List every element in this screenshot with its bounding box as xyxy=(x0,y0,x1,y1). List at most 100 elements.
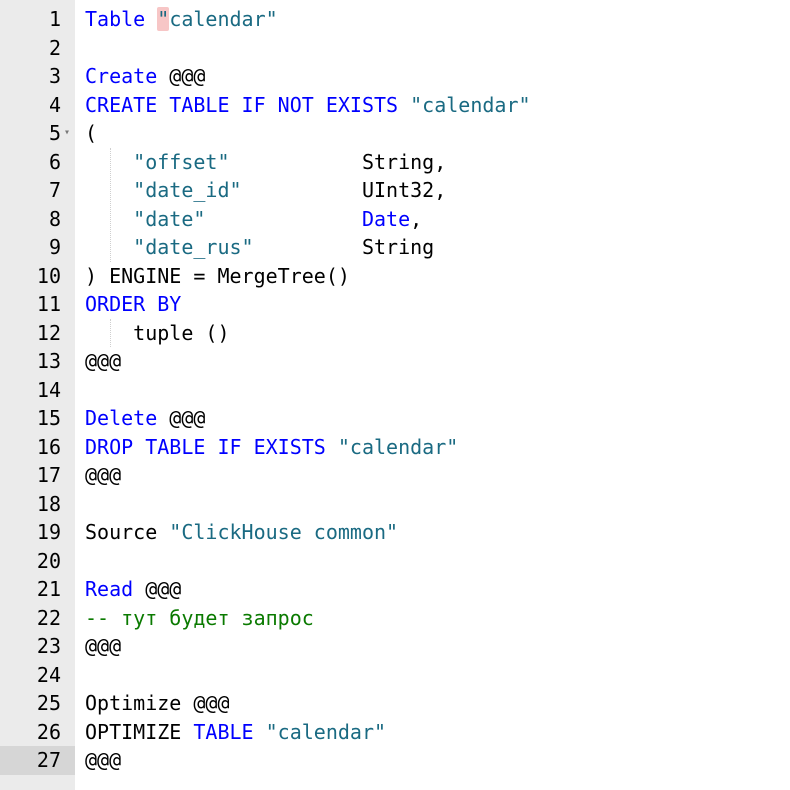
code-line[interactable]: 5 ▾( xyxy=(0,119,790,148)
code-line[interactable]: 9 "date_rus" String xyxy=(0,233,790,262)
line-number: 18 xyxy=(36,491,61,516)
code-line[interactable]: 26 OPTIMIZE TABLE "calendar" xyxy=(0,718,790,747)
code-line[interactable]: 1 Table "calendar" xyxy=(0,5,790,34)
code-token: "date" xyxy=(133,206,206,231)
code-token: Delete xyxy=(85,406,158,430)
code-line[interactable]: 24 xyxy=(0,661,790,690)
line-text[interactable]: Delete @@@ xyxy=(85,404,790,433)
code-line[interactable]: 15 Delete @@@ xyxy=(0,404,790,433)
code-line[interactable]: 7 "date_id" UInt32, xyxy=(0,176,790,205)
line-text[interactable]: OPTIMIZE TABLE "calendar" xyxy=(85,718,790,747)
code-line[interactable]: 17 @@@ xyxy=(0,461,790,490)
code-token: @@@ xyxy=(157,64,206,88)
line-text[interactable]: @@@ xyxy=(85,632,790,661)
line-text[interactable]: ) ENGINE = MergeTree() xyxy=(85,262,790,291)
code-token: @@@ xyxy=(85,634,122,658)
code-token: , xyxy=(410,206,423,231)
code-token: "calendar" xyxy=(265,719,387,744)
code-line[interactable]: 20 xyxy=(0,547,790,576)
code-token: @@@ xyxy=(157,406,206,430)
line-number: 16 xyxy=(36,434,61,459)
code-line[interactable]: 22 -- тут будет запрос xyxy=(0,604,790,633)
code-token: @@@ xyxy=(85,748,122,772)
code-line[interactable]: 27 @@@ xyxy=(0,746,790,775)
code-line[interactable]: 2 xyxy=(0,34,790,63)
code-line[interactable]: 23 @@@ xyxy=(0,632,790,661)
line-text[interactable]: tuple () xyxy=(85,319,790,348)
code-line[interactable]: 10) ENGINE = MergeTree() xyxy=(0,262,790,291)
code-token: -- тут будет запрос xyxy=(85,605,314,630)
code-lines[interactable]: 1 Table "calendar" 2 3 Create @@@ 4 CREATE TAB… xyxy=(0,5,790,775)
code-token: "calendar" xyxy=(410,92,531,117)
line-text[interactable]: Read @@@ xyxy=(85,575,790,604)
fold-arrow-icon[interactable]: ▾ xyxy=(64,119,74,148)
line-number: 19 xyxy=(36,520,61,544)
line-text[interactable]: "date_id" UInt32, xyxy=(85,176,790,205)
line-number: 2 xyxy=(48,35,61,60)
line-text[interactable]: Create @@@ xyxy=(85,62,790,91)
code-token: @@@ xyxy=(133,577,182,601)
line-number: 17 xyxy=(36,463,61,487)
line-number: 26 xyxy=(36,719,61,744)
code-line[interactable]: 19 Source "ClickHouse common" xyxy=(0,518,790,547)
code-token: DROP TABLE IF EXISTS xyxy=(85,434,326,459)
code-token: "calendar" xyxy=(337,434,459,459)
line-text[interactable]: Table "calendar" xyxy=(85,5,790,34)
line-text[interactable]: CREATE TABLE IF NOT EXISTS "calendar" xyxy=(85,91,790,120)
code-token: "date_rus" xyxy=(133,235,254,259)
code-token: Date xyxy=(361,206,411,231)
code-token: Optimize @@@ xyxy=(85,691,230,715)
line-text[interactable]: @@@ xyxy=(85,461,790,490)
code-line[interactable]: 25 Optimize @@@ xyxy=(0,689,790,718)
code-line[interactable]: 6 "offset" String, xyxy=(0,148,790,177)
line-number: 27 xyxy=(0,746,75,775)
line-text[interactable]: @@@ xyxy=(85,746,790,775)
line-number: 6 xyxy=(48,149,61,174)
code-line[interactable]: 8 "date" Date, xyxy=(0,205,790,234)
code-line[interactable]: 11 ORDER BY xyxy=(0,290,790,319)
line-text[interactable]: "date_rus" String xyxy=(85,233,790,262)
line-text[interactable]: ( xyxy=(85,119,790,148)
line-text[interactable]: "date" Date, xyxy=(85,205,790,234)
line-number: 3 xyxy=(48,64,61,88)
line-text[interactable]: "offset" String, xyxy=(85,148,790,177)
code-token: String, xyxy=(229,149,447,174)
code-line[interactable]: 13 @@@ xyxy=(0,347,790,376)
line-text[interactable]: -- тут будет запрос xyxy=(85,604,790,633)
line-number: 11 xyxy=(36,292,61,316)
line-text[interactable]: ORDER BY xyxy=(85,290,790,319)
code-line[interactable]: 18 xyxy=(0,490,790,519)
code-line[interactable]: 14 xyxy=(0,376,790,405)
line-number: 15 xyxy=(36,406,61,430)
code-editor[interactable]: 1 Table "calendar" 2 3 Create @@@ 4 CREATE TAB… xyxy=(0,0,790,790)
code-token: ORDER BY xyxy=(85,292,182,316)
code-token: " xyxy=(157,7,170,31)
code-line[interactable]: 21 Read @@@ xyxy=(0,575,790,604)
line-text[interactable]: @@@ xyxy=(85,347,790,376)
code-token: "ClickHouse common" xyxy=(169,520,399,544)
line-number: 23 xyxy=(36,634,61,658)
code-line[interactable]: 4 CREATE TABLE IF NOT EXISTS "calendar" xyxy=(0,91,790,120)
code-token: tuple () xyxy=(85,320,230,345)
line-number: 9 xyxy=(48,235,61,259)
line-number: 25 xyxy=(36,691,61,715)
code-token: ( xyxy=(85,121,98,145)
line-text[interactable]: Optimize @@@ xyxy=(85,689,790,718)
line-number: 12 xyxy=(36,320,61,345)
code-token: OPTIMIZE xyxy=(85,719,194,744)
code-token: CREATE TABLE IF NOT EXISTS xyxy=(85,92,399,117)
line-number: 21 xyxy=(36,577,61,601)
line-number: 22 xyxy=(36,605,61,630)
line-text[interactable]: Source "ClickHouse common" xyxy=(85,518,790,547)
line-text[interactable]: DROP TABLE IF EXISTS "calendar" xyxy=(85,433,790,462)
code-line[interactable]: 12 tuple () xyxy=(0,319,790,348)
code-line[interactable]: 16 DROP TABLE IF EXISTS "calendar" xyxy=(0,433,790,462)
code-line[interactable]: 3 Create @@@ xyxy=(0,62,790,91)
